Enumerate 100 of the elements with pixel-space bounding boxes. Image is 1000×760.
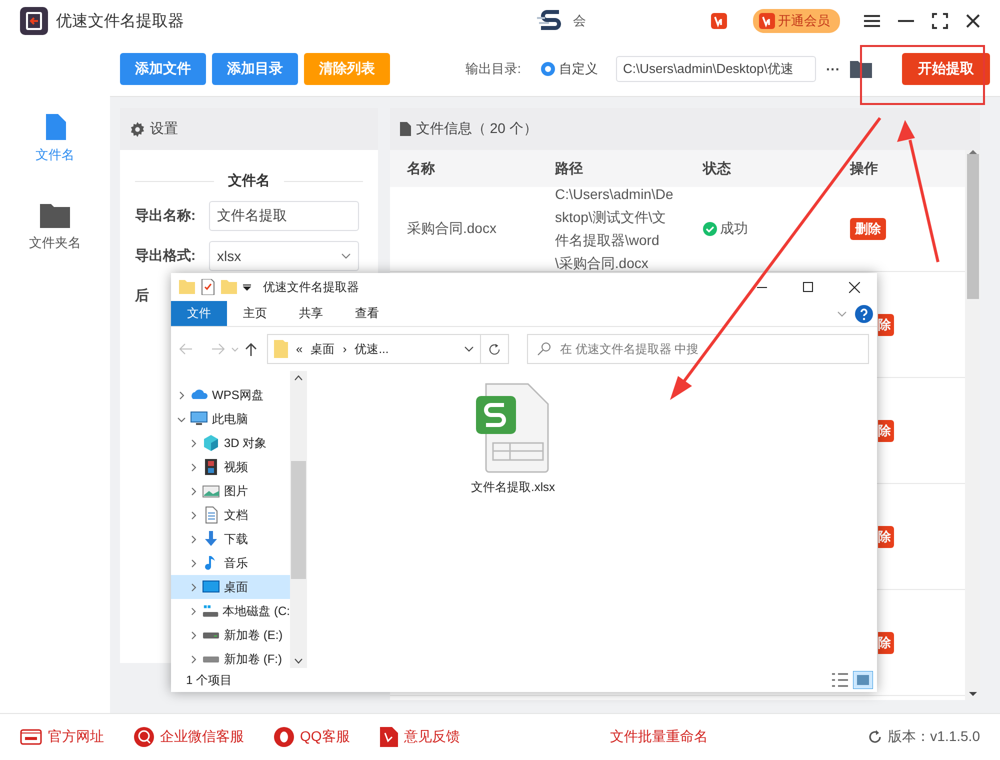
chevron-down-icon xyxy=(177,414,186,424)
cube-icon xyxy=(202,434,220,452)
field-label: 导出格式: xyxy=(135,247,197,265)
folder-icon xyxy=(40,202,70,228)
search-field[interactable]: 在 优速文件名提取器 中搜 xyxy=(527,334,869,364)
ribbon-tab[interactable]: 共享 xyxy=(283,301,339,326)
chevron-right-icon xyxy=(189,630,198,640)
feedback-icon xyxy=(380,727,398,747)
up-arrow-icon[interactable] xyxy=(245,342,257,356)
tree-item[interactable]: 3D 对象 xyxy=(171,431,290,455)
column-header: 状态 xyxy=(703,160,732,178)
chevron-right-icon xyxy=(189,558,198,568)
drive-icon xyxy=(202,632,220,638)
file-path: C:\Users\admin\Desktop\测试文件\文件名提取器\word\采购合同.docx xyxy=(555,185,674,273)
output-path-field[interactable]: C:\Users\admin\Desktop\优速 xyxy=(616,56,816,82)
refresh-icon xyxy=(488,342,502,356)
version-label: 版本：v1.1.5.0 xyxy=(888,728,980,746)
section-title: 文件名 xyxy=(228,172,270,190)
dropdown-icon[interactable] xyxy=(243,283,251,291)
tree-item[interactable]: 文档 xyxy=(171,503,290,527)
scroll-down-icon[interactable] xyxy=(968,692,976,696)
tree-item[interactable]: 桌面 xyxy=(171,575,290,599)
more-button[interactable]: ··· xyxy=(822,61,844,77)
footer-link[interactable]: QQ客服 xyxy=(274,727,350,747)
checklist-icon[interactable] xyxy=(201,279,215,295)
field-label: 导出名称: xyxy=(135,207,197,225)
delete-button[interactable]: 除 xyxy=(878,420,894,442)
scroll-up-icon[interactable] xyxy=(294,375,303,381)
close-icon xyxy=(848,282,860,292)
column-header: 路径 xyxy=(555,160,584,178)
delete-button[interactable]: 除 xyxy=(878,314,894,336)
start-button[interactable]: 开始提取 xyxy=(902,53,990,85)
panel-title: 文件信息（ 20 个） xyxy=(416,120,538,138)
fullscreen-icon[interactable] xyxy=(932,13,948,29)
scrollbar-thumb[interactable] xyxy=(966,154,978,299)
scroll-down-icon[interactable] xyxy=(294,658,303,664)
tree-item[interactable]: 此电脑 xyxy=(171,407,290,431)
folder-icon xyxy=(179,280,195,294)
address-bar[interactable]: « 桌面 › 优速... xyxy=(267,334,482,364)
scrollbar[interactable] xyxy=(290,371,307,668)
ribbon-tab[interactable]: 文件 xyxy=(171,301,227,326)
document-icon xyxy=(44,114,66,140)
tree-item[interactable]: 新加卷 (F:) xyxy=(171,647,290,668)
footer-link[interactable]: 官方网址 xyxy=(20,728,104,746)
spreadsheet-file-icon xyxy=(474,383,552,473)
tree-item[interactable]: 视频 xyxy=(171,455,290,479)
web-icon xyxy=(20,729,42,745)
tree-item[interactable]: 新加卷 (E:) xyxy=(171,623,290,647)
computer-icon xyxy=(190,410,208,428)
chevron-right-icon xyxy=(189,534,198,544)
tree-item[interactable]: 图片 xyxy=(171,479,290,503)
vip-icon xyxy=(759,13,775,29)
file-item[interactable]: 文件名提取.xlsx xyxy=(467,383,559,496)
chevron-down-icon xyxy=(341,253,351,259)
chevron-right-icon xyxy=(189,486,198,496)
menu-icon[interactable] xyxy=(864,14,880,28)
delete-button[interactable]: 除 xyxy=(878,632,894,654)
footer-link[interactable]: 企业微信客服 xyxy=(134,727,244,747)
chevron-right-icon xyxy=(189,606,198,616)
sidebar-item[interactable]: 文件夹名 xyxy=(29,202,81,252)
delete-button[interactable]: 除 xyxy=(878,526,894,548)
file-name: 采购合同.docx xyxy=(407,220,496,236)
folder-icon[interactable] xyxy=(850,60,872,78)
tree-item[interactable]: 音乐 xyxy=(171,551,290,575)
chevron-down-icon[interactable] xyxy=(464,346,474,352)
tree-item[interactable]: 下载 xyxy=(171,527,290,551)
rename-link[interactable]: 文件批量重命名 xyxy=(610,728,708,746)
chevron-right-icon xyxy=(189,654,198,664)
vip-icon xyxy=(711,13,727,29)
footer-link[interactable]: 意见反馈 xyxy=(380,727,460,747)
help-icon[interactable] xyxy=(855,304,873,322)
scrollbar-thumb[interactable] xyxy=(291,460,306,578)
details-view-icon[interactable] xyxy=(831,671,849,689)
ribbon-tab[interactable]: 主页 xyxy=(227,301,283,326)
tree-item[interactable]: WPS网盘 xyxy=(171,383,290,407)
radio-option[interactable]: 自定义 xyxy=(535,59,604,79)
folder-icon xyxy=(274,340,288,358)
delete-button[interactable]: 删除 xyxy=(850,218,886,240)
ribbon-tab[interactable]: 查看 xyxy=(339,301,395,326)
download-icon xyxy=(202,530,220,548)
chat-icon xyxy=(134,727,154,747)
drive-icon xyxy=(202,656,220,662)
format-dropdown[interactable]: xlsx xyxy=(209,241,359,271)
large-icons-view-icon[interactable] xyxy=(853,671,873,689)
panel-title: 设置 xyxy=(150,120,178,138)
status-label: 成功 xyxy=(720,220,748,238)
refresh-icon[interactable] xyxy=(867,729,884,745)
chevron-right-icon xyxy=(189,462,198,472)
app-logo-icon xyxy=(20,7,48,35)
window-title: 优速文件名提取器 xyxy=(263,278,359,296)
export-name-field[interactable]: 文件名提取 xyxy=(209,201,359,231)
refresh-button[interactable] xyxy=(481,334,509,364)
chevron-right-icon xyxy=(189,438,198,448)
close-icon[interactable] xyxy=(966,14,980,28)
column-header: 操作 xyxy=(850,160,879,178)
maximize-icon xyxy=(803,282,813,292)
output-label: 输出目录: xyxy=(465,60,521,78)
app-title: 优速文件名提取器 xyxy=(56,12,184,32)
chevron-right-icon xyxy=(189,582,198,592)
tree-item[interactable]: 本地磁盘 (C: xyxy=(171,599,290,623)
